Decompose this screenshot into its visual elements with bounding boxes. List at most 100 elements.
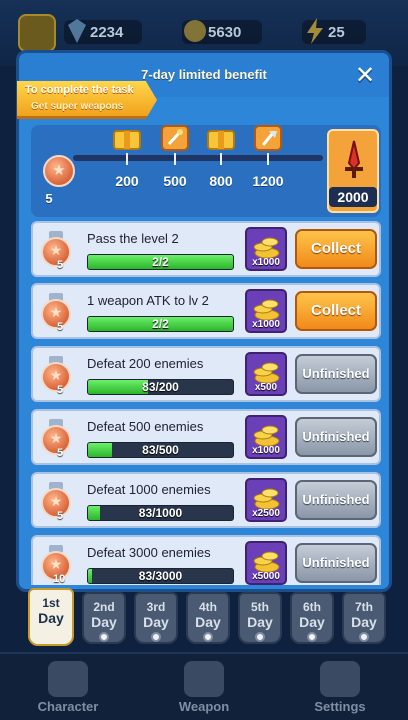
task-name: 1 weapon ATK to lv 2 [87, 293, 209, 308]
day-label: Day [299, 614, 325, 630]
task-list[interactable]: 5 Pass the level 2 2/2 x1000 Collect 5 1… [31, 221, 381, 585]
task-row: 10 Defeat 3000 enemies 83/3000 x5000 Unf… [31, 535, 381, 585]
nav-weapon[interactable]: Weapon [154, 661, 254, 714]
tab-day-4[interactable]: 4th Day [186, 592, 230, 644]
day-label: Day [195, 614, 221, 630]
milestone-value: 200 [115, 173, 139, 189]
reward-amount: x1000 [252, 445, 280, 456]
tab-day-3[interactable]: 3rd Day [134, 592, 178, 644]
sword-icon [184, 661, 224, 697]
collect-button[interactable]: Collect [295, 229, 377, 269]
unfinished-button[interactable]: Unfinished [295, 417, 377, 457]
milestone-track [73, 155, 323, 161]
grand-reward[interactable]: 2000 [327, 129, 379, 213]
weapon-scroll-icon[interactable] [160, 125, 190, 151]
reward-amount: x1000 [252, 319, 280, 330]
tab-day-2[interactable]: 2nd Day [82, 592, 126, 644]
day-number: 2nd [93, 600, 115, 614]
nav-settings[interactable]: Settings [290, 661, 390, 714]
lock-icon [151, 632, 161, 642]
day-number: 5th [251, 600, 269, 614]
milestone-value: 800 [209, 173, 233, 189]
gem-icon [68, 19, 86, 43]
task-points: 5 [57, 447, 64, 459]
unfinished-button[interactable]: Unfinished [295, 480, 377, 520]
gold-coins-icon [253, 362, 280, 384]
treasure-chest-icon[interactable] [112, 125, 142, 151]
bottom-navigation: Character Weapon Settings [0, 652, 408, 720]
close-button[interactable]: ✕ [353, 64, 377, 89]
character-icon [48, 661, 88, 697]
task-name: Defeat 500 enemies [87, 419, 204, 434]
lock-icon [359, 632, 369, 642]
task-row: 5 Defeat 1000 enemies 83/1000 x2500 Unfi… [31, 472, 381, 528]
task-name: Pass the level 2 [87, 231, 179, 246]
ribbon-line-1: To complete the task [25, 84, 134, 96]
nav-character[interactable]: Character [18, 661, 118, 714]
milestone-tick [126, 153, 128, 165]
gold-coins-icon [253, 488, 280, 510]
reward-amount: x500 [254, 382, 278, 393]
day-label: Day [38, 610, 64, 626]
task-name: Defeat 3000 enemies [87, 545, 211, 560]
nav-character-label: Character [37, 699, 99, 714]
milestone-tick [174, 153, 176, 165]
task-reward: x1000 [245, 415, 287, 459]
tab-day-6[interactable]: 6th Day [290, 592, 334, 644]
gold-coins-icon [253, 299, 280, 321]
task-points: 10 [53, 573, 66, 585]
task-points: 5 [57, 384, 64, 396]
tab-day-1[interactable]: 1st Day [28, 588, 74, 646]
task-row: 5 Defeat 200 enemies 83/200 x500 Unfinis… [31, 346, 381, 402]
task-points: 5 [57, 510, 64, 522]
milestone-progress: 5 200 500 800 1200 2000 [31, 125, 381, 217]
task-progress-text: 83/1000 [138, 506, 183, 520]
ribbon-line-2: Get super weapons [31, 101, 124, 112]
player-avatar-icon[interactable] [18, 14, 56, 52]
medal-icon [41, 356, 71, 394]
energy-value: 25 [328, 23, 345, 41]
lock-icon [255, 632, 265, 642]
grand-reward-value: 2000 [329, 187, 377, 207]
medal-icon [41, 293, 71, 331]
gold-coins-icon [253, 551, 280, 573]
tab-day-5[interactable]: 5th Day [238, 592, 282, 644]
panel-title: 7-day limited benefit [141, 67, 267, 82]
day-label: Day [91, 614, 117, 630]
resource-gems: 2234 [64, 19, 142, 44]
task-progress-text: 83/500 [142, 443, 179, 457]
lock-icon [99, 632, 109, 642]
lock-icon [307, 632, 317, 642]
unfinished-button[interactable]: Unfinished [295, 354, 377, 394]
gold-coins-icon [253, 425, 280, 447]
medal-icon [41, 419, 71, 457]
task-progress-text: 83/3000 [138, 569, 183, 583]
day-label: Day [247, 614, 273, 630]
task-ribbon: To complete the task Get super weapons [17, 81, 157, 119]
current-points: 5 [45, 191, 53, 206]
task-reward: x5000 [245, 541, 287, 585]
task-reward: x1000 [245, 227, 287, 271]
task-reward: x2500 [245, 478, 287, 522]
task-progress-bar: 83/1000 [87, 505, 234, 521]
tab-day-7[interactable]: 7th Day [342, 592, 386, 644]
gear-icon [320, 661, 360, 697]
task-row: 5 Defeat 500 enemies 83/500 x1000 Unfini… [31, 409, 381, 465]
treasure-chest-icon[interactable] [206, 125, 236, 151]
task-points: 5 [57, 321, 64, 333]
task-progress-text: 2/2 [152, 317, 169, 331]
task-progress-bar: 83/3000 [87, 568, 234, 584]
task-progress-text: 2/2 [152, 255, 169, 269]
unfinished-button[interactable]: Unfinished [295, 543, 377, 583]
medal-icon [41, 231, 71, 269]
red-sword-icon [345, 140, 363, 178]
task-progress-text: 83/200 [142, 380, 179, 394]
day-number: 3rd [146, 600, 166, 614]
task-progress-bar: 83/500 [87, 442, 234, 458]
collect-button[interactable]: Collect [295, 291, 377, 331]
axe-weapon-icon[interactable] [253, 125, 283, 151]
gems-value: 2234 [90, 23, 124, 41]
medal-icon [41, 482, 71, 520]
task-points: 5 [57, 259, 64, 271]
medal-icon [43, 155, 75, 187]
